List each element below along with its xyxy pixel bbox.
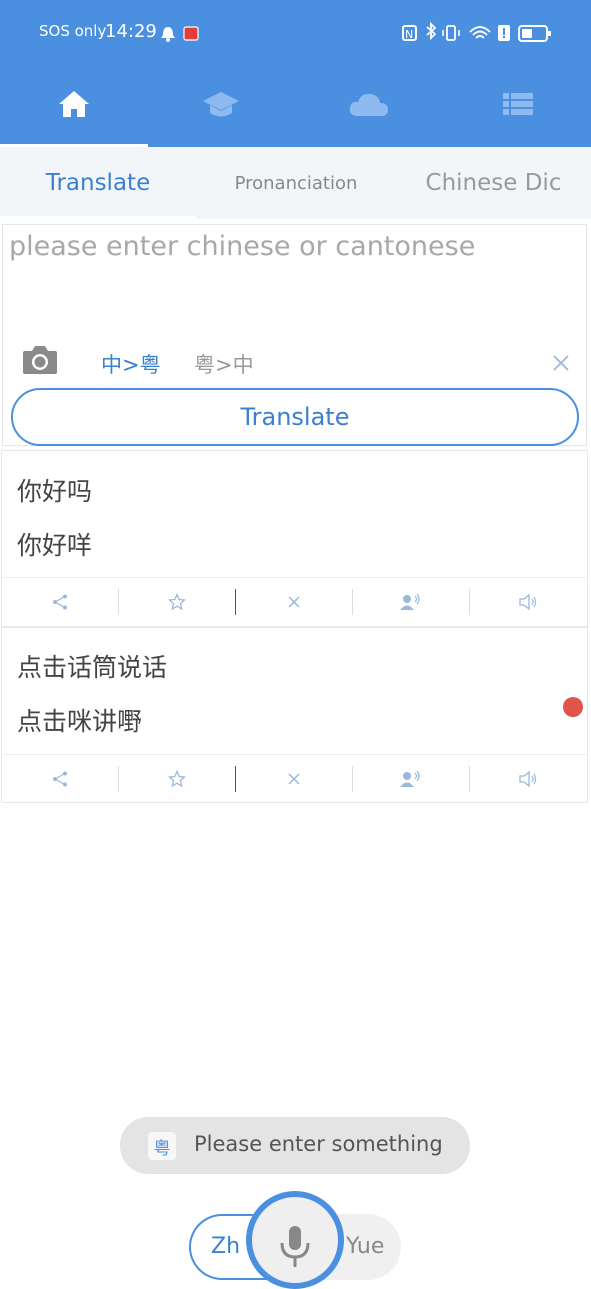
yue-voice-button[interactable]: Yue	[346, 1234, 384, 1259]
direction-yue-to-zh[interactable]: 粤>中	[194, 349, 254, 379]
microphone-button[interactable]	[246, 1191, 344, 1289]
star-icon	[167, 593, 186, 611]
zh-voice-button[interactable]: Zh	[211, 1234, 240, 1259]
svg-text:N: N	[405, 28, 413, 41]
speak-source-button[interactable]	[352, 755, 469, 803]
nav-learn[interactable]	[186, 82, 256, 126]
nav-home[interactable]	[39, 82, 109, 126]
cloud-icon	[349, 93, 388, 116]
favorite-button[interactable]	[118, 755, 235, 803]
tab-chinese-dic[interactable]: Chinese Dic	[396, 147, 591, 219]
speaker-person-icon	[399, 770, 420, 787]
graduation-cap-icon	[203, 92, 239, 117]
share-icon	[52, 771, 67, 787]
share-icon	[52, 594, 67, 610]
result-source-text: 点击话筒说话	[17, 653, 168, 682]
favorite-button[interactable]	[118, 578, 235, 626]
speaker-person-icon	[399, 593, 420, 610]
notification-icons	[161, 26, 199, 42]
close-icon	[287, 773, 300, 785]
toast-message: Please enter something	[194, 1132, 443, 1156]
result-source-text: 你好吗	[17, 477, 93, 506]
home-icon	[59, 91, 89, 117]
direction-zh-to-yue[interactable]: 中>粤	[101, 349, 161, 379]
nav-cloud[interactable]	[334, 82, 404, 126]
speak-target-button[interactable]	[469, 578, 586, 626]
list-icon	[503, 93, 533, 115]
microphone-icon	[280, 1226, 310, 1267]
tab-translate[interactable]: Translate	[0, 147, 196, 219]
delete-button[interactable]	[235, 755, 352, 803]
result-target-text: 点击咪讲嘢	[17, 707, 143, 736]
subtab-active-indicator	[0, 216, 196, 219]
volume-icon	[518, 770, 536, 788]
close-icon	[287, 596, 300, 608]
app-badge-icon: 粤	[148, 1132, 176, 1160]
volume-icon	[518, 593, 536, 611]
status-system-icons: N	[402, 22, 551, 42]
status-carrier: SOS only	[39, 22, 107, 40]
translate-button[interactable]: Translate	[11, 388, 579, 446]
result-target-text: 你好咩	[17, 531, 93, 560]
result-action-row	[1, 577, 588, 625]
tab-pronunciation[interactable]: Pronanciation	[196, 147, 396, 219]
close-icon	[553, 355, 569, 371]
share-button[interactable]	[1, 578, 118, 626]
text-input[interactable]: please enter chinese or cantonese	[9, 231, 475, 262]
result-action-row	[1, 754, 588, 802]
clear-input-button[interactable]	[552, 354, 570, 376]
record-indicator-dot[interactable]	[563, 697, 583, 717]
status-time: 14:29	[105, 21, 157, 42]
speak-target-button[interactable]	[469, 755, 586, 803]
share-button[interactable]	[1, 755, 118, 803]
speak-source-button[interactable]	[352, 578, 469, 626]
nav-list[interactable]	[483, 82, 553, 126]
delete-button[interactable]	[235, 578, 352, 626]
camera-icon	[23, 346, 57, 374]
camera-button[interactable]	[22, 343, 58, 379]
star-icon	[167, 770, 186, 788]
